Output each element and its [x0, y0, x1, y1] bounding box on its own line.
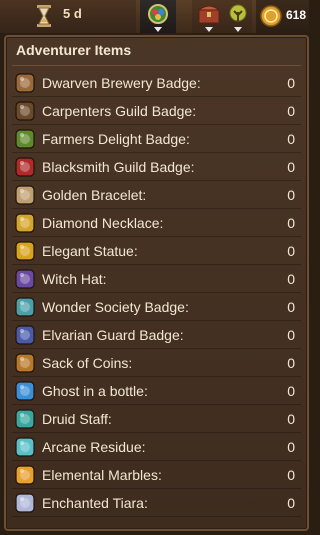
item-label: Ghost in a bottle:	[42, 383, 148, 399]
druid-staff-icon	[15, 409, 35, 429]
item-label: Druid Staff:	[42, 411, 112, 427]
item-count: 0	[287, 411, 295, 427]
item-count: 0	[287, 383, 295, 399]
item-label: Elemental Marbles:	[42, 467, 162, 483]
elegant-statue-icon	[15, 241, 35, 261]
item-count: 0	[287, 355, 295, 371]
item-label: Elvarian Guard Badge:	[42, 327, 184, 343]
item-label: Wonder Society Badge:	[42, 299, 189, 315]
top-resource-bar: 5 d 618	[0, 0, 309, 33]
tree-icon	[229, 4, 247, 22]
list-item: Elemental Marbles: 0	[12, 461, 301, 489]
list-item: Dwarven Brewery Badge: 0	[12, 69, 301, 97]
item-label: Arcane Residue:	[42, 439, 146, 455]
item-label: Blacksmith Guild Badge:	[42, 159, 195, 175]
elvarian-guard-badge-icon	[15, 325, 35, 345]
diamond-necklace-icon	[15, 213, 35, 233]
item-label: Farmers Delight Badge:	[42, 131, 190, 147]
badges-icon	[148, 4, 168, 24]
days-remaining: 5 d	[63, 6, 82, 21]
divider	[12, 65, 301, 66]
sack-of-coins-icon	[15, 353, 35, 373]
item-label: Carpenters Guild Badge:	[42, 103, 197, 119]
item-label: Golden Bracelet:	[42, 187, 147, 203]
item-count: 0	[287, 131, 295, 147]
item-label: Sack of Coins:	[42, 355, 133, 371]
list-item: Golden Bracelet: 0	[12, 181, 301, 209]
item-count: 0	[287, 215, 295, 231]
list-item: Blacksmith Guild Badge: 0	[12, 153, 301, 181]
list-item: Elegant Statue: 0	[12, 237, 301, 265]
item-count: 0	[287, 243, 295, 259]
item-label: Dwarven Brewery Badge:	[42, 75, 201, 91]
item-label: Diamond Necklace:	[42, 215, 164, 231]
hourglass-icon	[37, 5, 51, 27]
ghost-in-a-bottle-icon	[15, 381, 35, 401]
item-list: Dwarven Brewery Badge: 0 Carpenters Guild …	[12, 69, 301, 517]
item-label: Witch Hat:	[42, 271, 107, 287]
list-item: Witch Hat: 0	[12, 265, 301, 293]
witch-hat-icon	[15, 269, 35, 289]
elemental-marbles-icon	[15, 465, 35, 485]
chevron-down-icon	[154, 27, 162, 32]
coins-counter[interactable]: 618	[256, 0, 309, 33]
list-item: Arcane Residue: 0	[12, 433, 301, 461]
arcane-residue-icon	[15, 437, 35, 457]
chest-button[interactable]	[192, 0, 226, 33]
golden-bracelet-icon	[15, 185, 35, 205]
list-item: Carpenters Guild Badge: 0	[12, 97, 301, 125]
farmers-delight-badge-icon	[15, 129, 35, 149]
item-count: 0	[287, 467, 295, 483]
list-item: Farmers Delight Badge: 0	[12, 125, 301, 153]
item-count: 0	[287, 327, 295, 343]
time-counter[interactable]: 5 d	[0, 0, 136, 33]
adventurer-items-tooltip: Adventurer Items Dwarven Brewery Badge: 0…	[4, 35, 309, 531]
list-item: Druid Staff: 0	[12, 405, 301, 433]
list-item: Enchanted Tiara: 0	[12, 489, 301, 517]
item-label: Elegant Statue:	[42, 243, 138, 259]
panel-title: Adventurer Items	[16, 42, 132, 58]
list-item: Wonder Society Badge: 0	[12, 293, 301, 321]
item-count: 0	[287, 187, 295, 203]
coin-icon	[260, 5, 282, 27]
enchanted-tiara-icon	[15, 493, 35, 513]
list-item: Sack of Coins: 0	[12, 349, 301, 377]
badges-button[interactable]	[140, 0, 176, 33]
chest-icon	[198, 5, 220, 24]
wonder-society-badge-icon	[15, 297, 35, 317]
carpenters-guild-badge-icon	[15, 101, 35, 121]
item-count: 0	[287, 271, 295, 287]
row-divider	[12, 516, 301, 517]
list-item: Diamond Necklace: 0	[12, 209, 301, 237]
item-count: 0	[287, 299, 295, 315]
list-item: Elvarian Guard Badge: 0	[12, 321, 301, 349]
item-count: 0	[287, 495, 295, 511]
chevron-down-icon	[234, 27, 242, 32]
list-item: Ghost in a bottle: 0	[12, 377, 301, 405]
tree-button[interactable]	[224, 0, 252, 33]
item-count: 0	[287, 439, 295, 455]
dwarven-brewery-badge-icon	[15, 73, 35, 93]
item-count: 0	[287, 159, 295, 175]
item-count: 0	[287, 75, 295, 91]
item-label: Enchanted Tiara:	[42, 495, 148, 511]
item-count: 0	[287, 103, 295, 119]
blacksmith-guild-badge-icon	[15, 157, 35, 177]
coins-value: 618	[286, 8, 307, 22]
chevron-down-icon	[205, 27, 213, 32]
